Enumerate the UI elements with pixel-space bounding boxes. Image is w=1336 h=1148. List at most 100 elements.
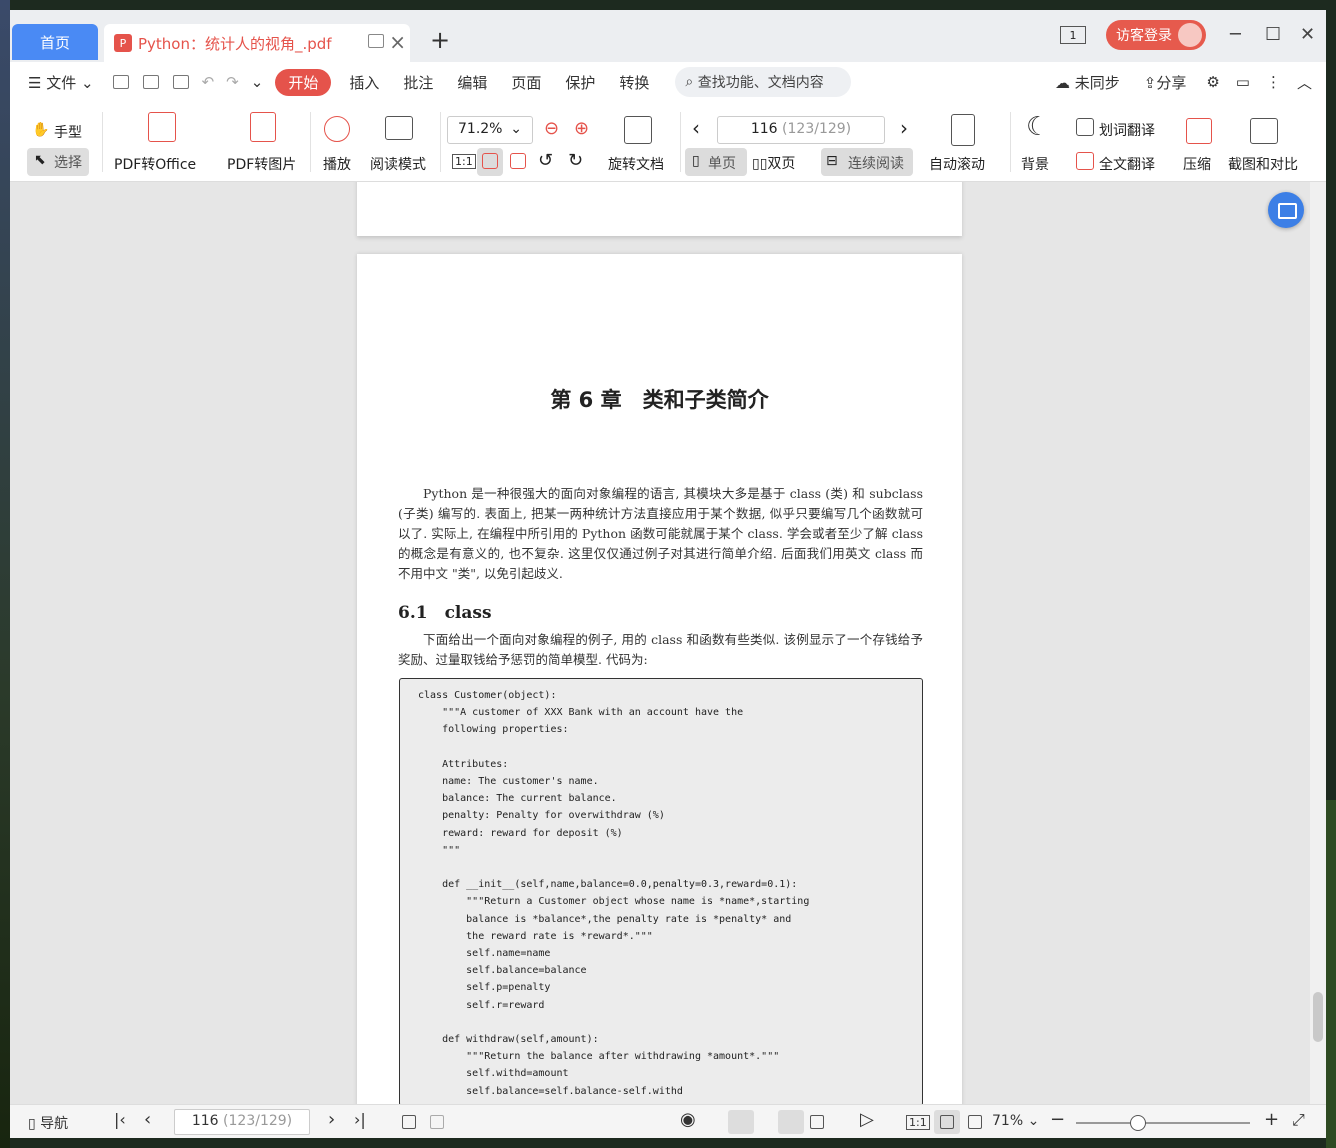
word-translate-icon — [1076, 118, 1094, 136]
single-page-icon: ▯ — [692, 153, 700, 169]
rotate-left-icon[interactable]: ↺ — [538, 150, 553, 171]
share-button[interactable]: ⇪分享 — [1132, 72, 1199, 93]
window-count-badge[interactable]: 1 — [1060, 26, 1086, 44]
document-viewport[interactable]: 第 6 章 类和子类简介 Python 是一种很强大的面向对象编程的语言, 其模… — [10, 182, 1310, 1104]
more-options-icon[interactable]: ⋮ — [1258, 73, 1289, 91]
zoom-dropdown[interactable]: 71% ⌄ — [992, 1113, 1039, 1129]
back-icon[interactable] — [402, 1115, 416, 1129]
fit-width-icon[interactable] — [510, 153, 526, 169]
auto-scroll-button[interactable]: 自动滚动 — [929, 154, 985, 174]
navigation-panel-button[interactable]: ▯ 导航 — [28, 1113, 68, 1133]
open-folder-icon[interactable] — [112, 75, 129, 89]
quick-access-more-icon[interactable]: ⌄ — [245, 73, 270, 91]
next-page-icon[interactable]: › — [900, 116, 908, 140]
pdf-to-image-icon — [250, 112, 276, 142]
page-number-input[interactable]: 116 (123/129) — [717, 116, 885, 144]
tab-home[interactable]: 首页 — [12, 24, 98, 60]
screenshot-compare-icon — [1250, 118, 1278, 144]
tab-protect[interactable]: 保护 — [553, 72, 607, 93]
zoom-slider[interactable] — [1076, 1122, 1250, 1124]
status-zoom-value: 71% — [992, 1113, 1024, 1129]
zoom-slider-handle[interactable] — [1130, 1115, 1146, 1131]
tab-edit[interactable]: 编辑 — [445, 72, 499, 93]
guest-login-button[interactable]: 访客登录 — [1106, 20, 1206, 50]
tab-convert[interactable]: 转换 — [607, 72, 661, 93]
pdf-to-office-icon — [148, 112, 176, 142]
next-page-icon[interactable]: › — [328, 1109, 335, 1130]
tab-page[interactable]: 页面 — [499, 72, 553, 93]
continuous-mode-button[interactable] — [728, 1110, 754, 1134]
code-block: class Customer(object): """A customer of… — [399, 678, 923, 1104]
chapter-title: 第 6 章 类和子类简介 — [550, 388, 769, 412]
read-mode-button[interactable]: 阅读模式 — [370, 154, 426, 174]
close-window-icon[interactable]: ✕ — [1300, 24, 1315, 45]
compress-button[interactable]: 压缩 — [1183, 154, 1211, 174]
zoom-in-icon[interactable]: + — [1264, 1109, 1279, 1130]
hand-tool-button[interactable]: 手型 — [54, 122, 82, 142]
single-page-label: 单页 — [708, 156, 736, 172]
comment-icon[interactable]: ▭ — [1228, 73, 1258, 91]
pdf-to-office-button[interactable]: PDF转Office — [114, 154, 196, 174]
page-current: 116 — [750, 121, 778, 137]
zoom-out-icon[interactable]: ⊖ — [544, 118, 559, 139]
play-button[interactable]: 播放 — [323, 154, 351, 174]
fit-width-icon[interactable] — [968, 1115, 982, 1129]
pdf-to-image-button[interactable]: PDF转图片 — [227, 154, 296, 174]
previous-page-icon[interactable]: ‹ — [144, 1109, 151, 1130]
first-page-icon[interactable]: |‹ — [114, 1110, 126, 1129]
full-translate-button[interactable]: 全文翻译 — [1099, 154, 1155, 174]
actual-size-button[interactable]: 1:1 — [906, 1115, 930, 1130]
single-page-mode-button[interactable] — [778, 1110, 804, 1134]
rotate-right-icon[interactable]: ↻ — [568, 150, 583, 171]
sidebar-icon: ▯ — [28, 1116, 36, 1132]
file-menu[interactable]: ☰ 文件 ⌄ — [10, 72, 106, 93]
search-input[interactable]: ⌕ 查找功能、文档内容 — [675, 67, 852, 97]
ribbon-divider — [102, 112, 103, 172]
section-intro-paragraph: 下面给出一个面向对象编程的例子, 用的 class 和函数有些类似. 该例显示了… — [398, 632, 923, 667]
word-translate-button[interactable]: 划词翻译 — [1099, 120, 1155, 140]
section-title: 6.1 class — [398, 603, 492, 623]
status-page-total: (123/129) — [223, 1113, 293, 1129]
floating-tool-button[interactable] — [1268, 192, 1304, 228]
zoom-select[interactable]: 71.2% ⌄ — [447, 116, 533, 144]
play-icon[interactable]: ▷ — [860, 1109, 874, 1130]
background-button[interactable]: 背景 — [1021, 154, 1049, 174]
scrollbar-thumb[interactable] — [1313, 992, 1323, 1042]
vertical-scrollbar[interactable] — [1310, 182, 1326, 1104]
tab-start[interactable]: 开始 — [275, 68, 332, 96]
tab-close-icon[interactable]: × — [389, 30, 406, 54]
tab-annotate[interactable]: 批注 — [391, 72, 445, 93]
pdf-page: 第 6 章 类和子类简介 Python 是一种很强大的面向对象编程的语言, 其模… — [357, 254, 962, 1104]
save-icon[interactable] — [142, 75, 159, 89]
tab-insert[interactable]: 插入 — [337, 72, 391, 93]
tab-document-title: Python：统计人的视角_.pdf — [138, 34, 332, 53]
last-page-icon[interactable]: ›| — [354, 1110, 366, 1129]
settings-gear-icon[interactable]: ⚙ — [1198, 73, 1227, 91]
actual-size-button[interactable]: 1:1 — [452, 154, 476, 169]
rotate-document-button[interactable]: 旋转文档 — [608, 154, 664, 174]
double-page-mode-icon[interactable] — [810, 1115, 824, 1129]
fullscreen-icon[interactable]: ⤢ — [1292, 1110, 1305, 1130]
eye-protection-icon[interactable]: ◉ — [680, 1109, 696, 1130]
tab-pin-icon[interactable] — [368, 34, 384, 48]
compress-icon — [1186, 118, 1212, 144]
ribbon-divider — [1010, 112, 1011, 172]
minimize-icon[interactable]: ─ — [1230, 24, 1241, 45]
status-page-input[interactable]: 116 (123/129) — [174, 1109, 310, 1135]
collapse-ribbon-icon[interactable]: ︿ — [1289, 72, 1326, 93]
print-icon[interactable] — [172, 75, 189, 89]
zoom-out-icon[interactable]: − — [1050, 1109, 1065, 1130]
sync-status[interactable]: ☁ 未同步 — [1043, 72, 1132, 93]
maximize-icon[interactable]: ☐ — [1265, 24, 1281, 45]
undo-icon[interactable]: ↶ — [196, 73, 221, 91]
double-page-button[interactable]: ▯▯双页 — [752, 153, 795, 173]
screenshot-compare-button[interactable]: 截图和对比 — [1228, 154, 1298, 174]
forward-icon[interactable] — [430, 1115, 444, 1129]
tab-document[interactable]: P Python：统计人的视角_.pdf × — [104, 24, 410, 62]
continuous-read-icon: ⊟ — [826, 153, 838, 169]
previous-page-icon[interactable]: ‹ — [692, 116, 700, 140]
redo-icon[interactable]: ↷ — [220, 73, 245, 91]
zoom-in-icon[interactable]: ⊕ — [574, 118, 589, 139]
new-tab-button[interactable]: + — [430, 26, 450, 54]
chapter-intro-paragraph: Python 是一种很强大的面向对象编程的语言, 其模块大多是基于 class … — [398, 486, 923, 581]
